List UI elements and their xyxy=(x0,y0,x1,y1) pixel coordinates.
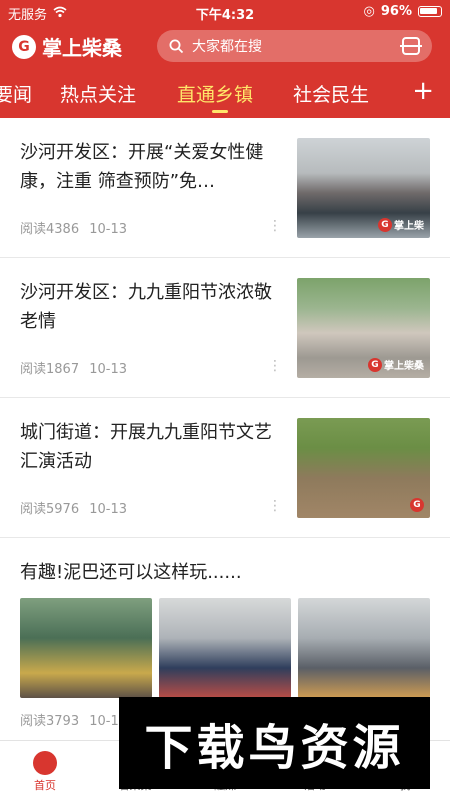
app-header: 无服务 下午4:32 ◎ 96% G 掌上柴桑 大家都在搜 要闻 热点关注 直通… xyxy=(0,0,450,118)
article-thumbnail: G 掌上柴 xyxy=(297,138,430,238)
article-date: 10-13 xyxy=(89,502,128,517)
nav-label: 首页 xyxy=(34,779,56,792)
article-meta: 阅读1867 10-13 xyxy=(20,358,127,377)
article-meta: 阅读5976 10-13 xyxy=(20,498,127,517)
home-icon xyxy=(33,751,57,775)
logo-mini-icon: G xyxy=(368,357,382,372)
article-thumbnail xyxy=(159,598,291,698)
article-reads: 阅读4386 xyxy=(20,222,80,237)
more-options-icon[interactable]: ⋮ xyxy=(268,498,282,514)
article-thumbnail xyxy=(298,598,430,698)
rotation-lock-icon: ◎ xyxy=(363,4,375,19)
watermark: G xyxy=(410,498,424,512)
article-title: 有趣!泥巴还可以这样玩...... xyxy=(20,562,242,583)
article-title: 城门街道：开展九九重阳节文艺汇演活动 xyxy=(20,422,272,472)
app-logo[interactable]: G 掌上柴桑 xyxy=(12,32,122,61)
watermark: G 掌上柴 xyxy=(378,217,424,232)
news-card[interactable]: 城门街道：开展九九重阳节文艺汇演活动 阅读5976 10-13 ⋮ G xyxy=(0,398,450,538)
search-bar[interactable]: 大家都在搜 xyxy=(157,30,432,62)
search-placeholder: 大家都在搜 xyxy=(192,39,262,55)
article-reads: 阅读5976 xyxy=(20,502,80,517)
tab-news[interactable]: 要闻 xyxy=(0,80,32,107)
news-card[interactable]: 沙河开发区：九九重阳节浓浓敬老情 阅读1867 10-13 ⋮ G 掌上柴桑 xyxy=(0,258,450,398)
watermark-banner: 下载鸟资源 xyxy=(119,697,430,789)
channel-tabs: 要闻 热点关注 直通乡镇 社会民生 + xyxy=(0,72,450,118)
app-name: 掌上柴桑 xyxy=(42,36,122,60)
article-thumbnail: G 掌上柴桑 xyxy=(297,278,430,378)
tab-society[interactable]: 社会民生 xyxy=(293,80,369,107)
scan-icon[interactable] xyxy=(400,37,422,55)
news-card[interactable]: 沙河开发区：开展“关爱女性健康，注重 筛查预防”免… 阅读4386 10-13 … xyxy=(0,118,450,258)
logo-icon: G xyxy=(12,34,36,59)
article-date: 10-1 xyxy=(89,714,119,729)
battery-icon xyxy=(418,6,442,17)
article-reads: 阅读3793 xyxy=(20,714,80,729)
article-thumbnail xyxy=(20,598,152,698)
article-meta: 阅读3793 10-1 xyxy=(20,710,119,729)
article-title: 沙河开发区：九九重阳节浓浓敬老情 xyxy=(20,282,272,332)
active-tab-indicator xyxy=(212,110,228,113)
status-right: ◎ 96% xyxy=(364,4,442,19)
watermark: G 掌上柴桑 xyxy=(368,357,424,372)
article-date: 10-13 xyxy=(89,362,128,377)
article-reads: 阅读1867 xyxy=(20,362,80,377)
search-icon xyxy=(169,39,184,53)
more-options-icon[interactable]: ⋮ xyxy=(268,218,282,234)
article-thumbnail: G xyxy=(297,418,430,518)
article-meta: 阅读4386 10-13 xyxy=(20,218,127,237)
article-date: 10-13 xyxy=(89,222,128,237)
article-title: 沙河开发区：开展“关爱女性健康，注重 筛查预防”免… xyxy=(20,142,264,192)
more-options-icon[interactable]: ⋮ xyxy=(268,358,282,374)
add-tab-button[interactable]: + xyxy=(412,76,434,106)
nav-home[interactable]: 首页 xyxy=(10,751,80,793)
tab-hot[interactable]: 热点关注 xyxy=(60,80,136,107)
tab-towns[interactable]: 直通乡镇 xyxy=(177,80,253,107)
battery-percent: 96% xyxy=(380,4,412,19)
status-bar: 无服务 下午4:32 ◎ 96% xyxy=(0,0,450,24)
top-row: G 掌上柴桑 大家都在搜 xyxy=(0,28,450,68)
logo-mini-icon: G xyxy=(410,498,424,512)
logo-mini-icon: G xyxy=(378,217,392,232)
